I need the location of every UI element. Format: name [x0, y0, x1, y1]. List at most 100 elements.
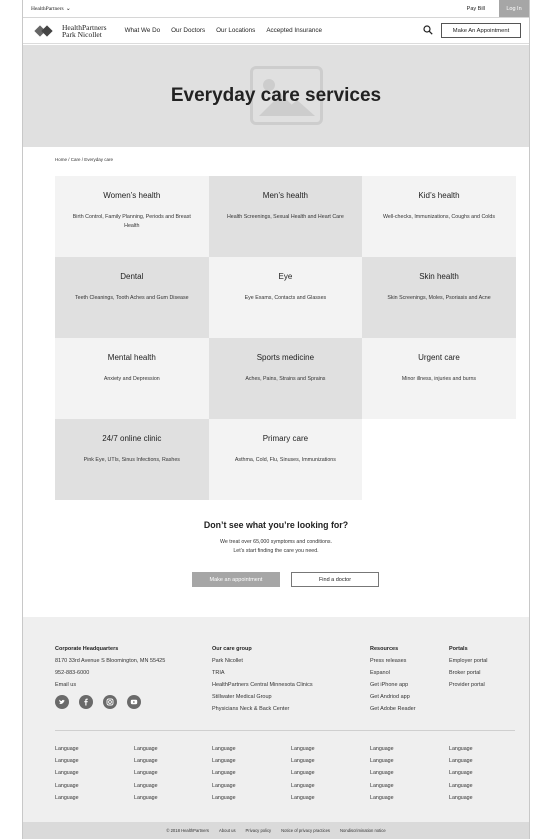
- footer: Corporate Headquarters 8170 33rd Avenue …: [23, 617, 529, 839]
- language-link[interactable]: Language: [370, 755, 394, 767]
- service-card-primary-care[interactable]: Primary care Asthma, Cold, Flu, Sinuses,…: [208, 419, 363, 500]
- language-link[interactable]: Language: [212, 792, 236, 804]
- footer-link[interactable]: Stillwater Medical Group: [212, 691, 313, 703]
- footer-link[interactable]: Press releases: [370, 655, 416, 667]
- footer-link[interactable]: TRIA: [212, 667, 313, 679]
- language-link[interactable]: Language: [55, 743, 79, 755]
- service-card-skin-health[interactable]: Skin health Skin Screenings, Moles, Psor…: [362, 257, 516, 338]
- footer-link[interactable]: Espanol: [370, 667, 416, 679]
- hq-phone[interactable]: 952-883-6000: [55, 667, 165, 679]
- footer-link[interactable]: Physicians Neck & Back Center: [212, 703, 313, 715]
- nav-our-doctors[interactable]: Our Doctors: [171, 27, 205, 34]
- language-link[interactable]: Language: [212, 755, 236, 767]
- cta-line-1: We treat over 65,000 symptoms and condit…: [219, 539, 333, 545]
- service-card-eye[interactable]: Eye Eye Exams, Contacts and Glasses: [208, 257, 363, 338]
- language-link[interactable]: Language: [291, 792, 315, 804]
- footer-link[interactable]: Get iPhone app: [370, 679, 416, 691]
- cta-make-appointment-button[interactable]: Make an appointment: [192, 572, 280, 587]
- service-desc: Minor illness, injuries and burns: [401, 376, 477, 382]
- youtube-icon[interactable]: [127, 695, 141, 709]
- footer-link[interactable]: Provider portal: [449, 679, 488, 691]
- footer-divider: [55, 730, 515, 731]
- language-link[interactable]: Language: [449, 780, 473, 792]
- language-link[interactable]: Language: [449, 743, 473, 755]
- facebook-icon[interactable]: [79, 695, 93, 709]
- language-column: Language Language Language Language Lang…: [212, 743, 236, 804]
- language-link[interactable]: Language: [291, 743, 315, 755]
- service-card-urgent-care[interactable]: Urgent care Minor illness, injuries and …: [362, 338, 516, 419]
- language-link[interactable]: Language: [55, 767, 79, 779]
- language-link[interactable]: Language: [134, 780, 158, 792]
- language-column: Language Language Language Language Lang…: [291, 743, 315, 804]
- language-link[interactable]: Language: [449, 755, 473, 767]
- hq-address: 8170 33rd Avenue S Bloomington, MN 55425: [55, 658, 166, 664]
- twitter-icon[interactable]: [55, 695, 69, 709]
- language-link[interactable]: Language: [55, 780, 79, 792]
- language-link[interactable]: Language: [370, 767, 394, 779]
- nav-what-we-do[interactable]: What We Do: [125, 27, 161, 34]
- log-in-button[interactable]: Log In: [499, 0, 529, 17]
- service-desc: Aches, Pains, Strains and Sprains: [245, 376, 326, 382]
- email-us-link[interactable]: Email us: [55, 679, 165, 691]
- language-link[interactable]: Language: [291, 755, 315, 767]
- make-appointment-button[interactable]: Make An Appointment: [441, 23, 521, 38]
- nondiscrimination-link[interactable]: Nondiscrimination notice: [340, 828, 386, 833]
- language-link[interactable]: Language: [449, 767, 473, 779]
- service-title: Eye: [278, 272, 293, 281]
- language-link[interactable]: Language: [449, 792, 473, 804]
- breadcrumb[interactable]: Home / Care / Everyday care: [55, 157, 113, 162]
- language-link[interactable]: Language: [370, 792, 394, 804]
- page-title: Everyday care services: [170, 85, 382, 106]
- service-card-dental[interactable]: Dental Teeth Cleanings, Tooth Aches and …: [55, 257, 209, 338]
- search-icon[interactable]: [423, 25, 433, 35]
- nav-accepted-insurance[interactable]: Accepted Insurance: [266, 27, 322, 34]
- service-desc: Skin Screenings, Moles, Psoriasis and Ac…: [387, 295, 491, 301]
- language-column: Language Language Language Language Lang…: [55, 743, 79, 804]
- footer-link[interactable]: Employer portal: [449, 655, 488, 667]
- language-column: Language Language Language Language Lang…: [370, 743, 394, 804]
- language-link[interactable]: Language: [370, 743, 394, 755]
- footer-link[interactable]: Get Adobe Reader: [370, 703, 416, 715]
- language-link[interactable]: Language: [134, 792, 158, 804]
- service-card-kids-health[interactable]: Kid’s health Well-checks, Immunizations,…: [362, 176, 516, 257]
- language-link[interactable]: Language: [291, 767, 315, 779]
- pay-bill-link[interactable]: Pay Bill: [467, 6, 485, 12]
- footer-heading: Our care group: [212, 646, 252, 652]
- language-link[interactable]: Language: [55, 792, 79, 804]
- language-link[interactable]: Language: [55, 755, 79, 767]
- service-card-womens-health[interactable]: Women’s health Birth Control, Family Pla…: [55, 176, 209, 257]
- hero-banner: Everyday care services: [23, 45, 529, 147]
- privacy-policy-link[interactable]: Privacy policy: [246, 828, 272, 833]
- page: HealthPartners ⌄ Pay Bill Log In HealthP…: [22, 0, 530, 839]
- brand-switcher[interactable]: HealthPartners ⌄: [31, 5, 71, 13]
- footer-link[interactable]: Broker portal: [449, 667, 488, 679]
- language-link[interactable]: Language: [212, 780, 236, 792]
- service-desc: Asthma, Cold, Flu, Sinuses, Immunization…: [234, 457, 336, 463]
- instagram-icon[interactable]: [103, 695, 117, 709]
- service-card-online-clinic[interactable]: 24/7 online clinic Pink Eye, UTIs, Sinus…: [55, 419, 209, 500]
- service-card-mens-health[interactable]: Men’s health Health Screenings, Sexual H…: [208, 176, 363, 257]
- logo[interactable]: HealthPartners Park Nicollet: [34, 23, 107, 39]
- language-link[interactable]: Language: [212, 767, 236, 779]
- language-link[interactable]: Language: [212, 743, 236, 755]
- cta-find-doctor-button[interactable]: Find a doctor: [291, 572, 379, 587]
- logo-line-2: Park Nicollet: [62, 29, 102, 39]
- footer-heading: Corporate Headquarters: [55, 646, 119, 652]
- footer-link[interactable]: Park Nicollet: [212, 655, 313, 667]
- footer-heading: Resources: [370, 646, 399, 652]
- service-card-mental-health[interactable]: Mental health Anxiety and Depression: [55, 338, 209, 419]
- service-desc: Birth Control, Family Planning, Periods …: [72, 214, 191, 229]
- service-title: Kid’s health: [418, 191, 460, 200]
- footer-link[interactable]: HealthPartners Central Minnesota Clinics: [212, 679, 313, 691]
- language-link[interactable]: Language: [134, 767, 158, 779]
- language-link[interactable]: Language: [134, 755, 158, 767]
- nav-our-locations[interactable]: Our Locations: [216, 27, 255, 34]
- footer-link[interactable]: Get Andriod app: [370, 691, 416, 703]
- service-desc: Anxiety and Depression: [103, 376, 160, 382]
- language-link[interactable]: Language: [134, 743, 158, 755]
- privacy-practices-link[interactable]: Notice of privacy practices: [281, 828, 330, 833]
- language-link[interactable]: Language: [291, 780, 315, 792]
- language-link[interactable]: Language: [370, 780, 394, 792]
- about-us-link[interactable]: About us: [219, 828, 236, 833]
- service-card-sports-medicine[interactable]: Sports medicine Aches, Pains, Strains an…: [208, 338, 363, 419]
